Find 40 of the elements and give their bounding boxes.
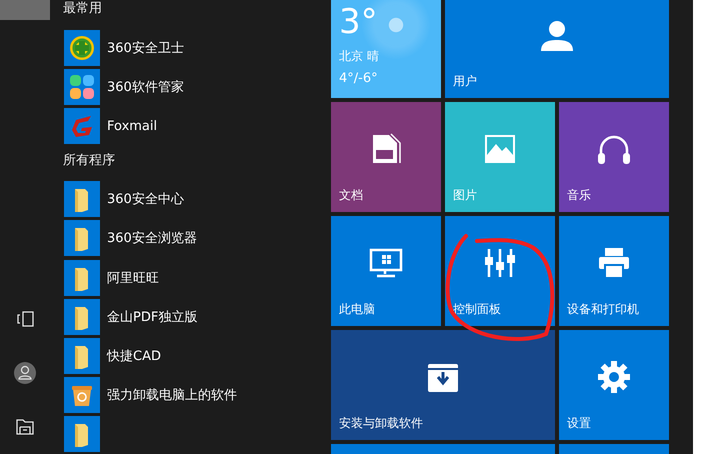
computer-tile[interactable]: 此电脑 [331,216,441,326]
city-condition: 北京 晴 [339,48,379,65]
section-header: 所有程序 [62,152,116,170]
temperature-range: 4°/-6° [339,71,378,86]
control-tile[interactable]: 控制面板 [445,216,555,326]
document-tile[interactable]: 文档 [331,102,441,212]
avatar-icon[interactable] [14,362,36,384]
settings-icon [597,360,631,394]
music-tile[interactable]: 音乐 [559,102,669,212]
install-tile[interactable]: 安装与卸载软件 [331,330,555,440]
folder-icon[interactable] [64,416,100,452]
file-explorer-icon[interactable] [16,419,34,435]
picture-icon [484,134,516,164]
folder-icon[interactable] [64,220,100,256]
app-name[interactable]: 360安全浏览器 [107,229,197,248]
uninstall-icon[interactable] [64,377,100,414]
section-header: 最常用 [62,0,103,18]
user-tile[interactable]: 用户 [445,0,669,98]
settings-tile[interactable]: 设置 [559,330,669,440]
app-name[interactable]: 360软件管家 [107,78,184,96]
app-name[interactable]: 360安全卫士 [107,38,184,57]
folder-icon[interactable] [64,181,100,218]
app-name[interactable]: 阿里旺旺 [107,268,159,287]
app-name[interactable]: 360安全中心 [107,190,184,208]
monitor-icon [369,248,403,278]
app-name[interactable]: Foxmail [107,118,158,134]
app-name[interactable]: 金山PDF独立版 [107,308,198,326]
folder-icon[interactable] [64,260,100,296]
shield-icon[interactable] [64,30,100,66]
folder-icon[interactable] [64,338,100,374]
app-name[interactable]: 强力卸载电脑上的软件 [107,386,237,404]
sliders-icon [484,248,516,278]
flower-icon[interactable] [64,68,100,105]
app-name[interactable]: 快捷CAD [107,347,161,366]
document-icon [371,132,401,164]
printer-icon [598,246,630,278]
printer-tile[interactable]: 设备和打印机 [559,216,669,326]
temperature: 3° [339,2,378,42]
folder-icon[interactable] [64,298,100,335]
tablet-icon[interactable] [16,311,34,327]
